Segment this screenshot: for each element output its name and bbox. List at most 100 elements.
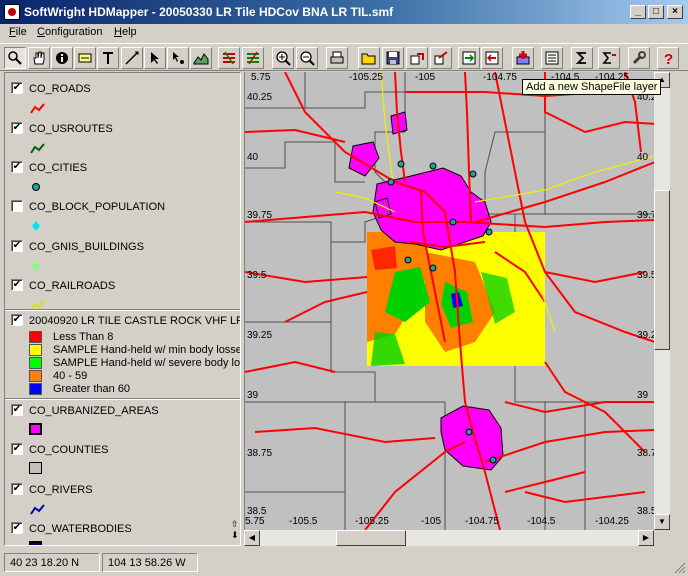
layer-name[interactable]: CO_GNIS_BUILDINGS xyxy=(29,241,144,253)
measure-line-button[interactable] xyxy=(121,47,143,69)
app-icon[interactable] xyxy=(4,4,20,20)
pan-hand-icon xyxy=(33,51,45,65)
export-a-button[interactable] xyxy=(406,47,428,69)
save-icon xyxy=(386,51,400,65)
layer-name[interactable]: CO_USROUTES xyxy=(29,123,113,135)
map-view[interactable]: 5.75 -105.25 -105 -104.75 -104.5 -104.25 5.75 -… xyxy=(244,72,654,530)
lat-label-left: 38.75 xyxy=(247,448,273,459)
save-button[interactable] xyxy=(382,47,404,69)
layers-a-icon xyxy=(223,51,235,65)
menu-help[interactable]: Help xyxy=(114,26,137,38)
coverage-class-label: Greater than 60 xyxy=(53,383,131,395)
help-button[interactable]: ? xyxy=(657,47,679,69)
export-b-button[interactable] xyxy=(430,47,452,69)
layer-name[interactable]: CO_URBANIZED_AREAS xyxy=(29,405,159,417)
zoom-tool-button[interactable] xyxy=(4,47,26,69)
sum-arrow-button[interactable] xyxy=(598,47,620,69)
resize-grip-icon[interactable] xyxy=(674,562,686,574)
lon-label-bottom: -105.5 xyxy=(289,516,318,527)
legend-down-arrow-icon[interactable]: ⬇ xyxy=(231,530,239,541)
lon-label-top: -104.75 xyxy=(483,72,517,83)
legend-up-arrow-icon[interactable]: ⇧ xyxy=(231,519,239,530)
zoom-out-button[interactable] xyxy=(296,47,318,69)
title-bar[interactable]: SoftWright HDMapper - 20050330 LR Tile H… xyxy=(0,0,688,24)
lon-label-bottom: -105.25 xyxy=(355,516,389,527)
layer-name[interactable]: CO_WATERBODIES xyxy=(29,523,132,535)
wrench-button[interactable] xyxy=(628,47,650,69)
layer-checkbox[interactable]: ✔ xyxy=(11,82,23,94)
layer-checkbox[interactable]: ✔ xyxy=(11,279,23,291)
horizontal-scroll-thumb[interactable] xyxy=(336,530,406,546)
tooltip: Add a new ShapeFile layer xyxy=(522,79,662,95)
layer-symbol-b0 xyxy=(29,423,42,435)
zoom-in-icon xyxy=(276,51,291,66)
add-shapefile-layer-button[interactable] xyxy=(512,47,534,69)
layer-symbol-1 xyxy=(30,143,45,154)
menu-bar: File Configuration Help xyxy=(0,24,688,42)
export-a-icon xyxy=(410,53,424,65)
print-button[interactable] xyxy=(326,47,348,69)
layer-name[interactable]: CO_RIVERS xyxy=(29,484,93,496)
lat-label-left: 39.25 xyxy=(247,330,273,341)
vertical-scroll-thumb[interactable] xyxy=(654,190,670,350)
lat-label-right: 40 xyxy=(637,152,649,163)
minimize-button[interactable]: _ xyxy=(630,5,646,19)
layer-checkbox[interactable]: ✔ xyxy=(11,522,23,534)
layer-name[interactable]: CO_RAILROADS xyxy=(29,280,115,292)
legend-list-button[interactable] xyxy=(541,47,563,69)
lat-label-left: 39.5 xyxy=(247,270,267,281)
zoom-in-button[interactable] xyxy=(272,47,294,69)
sum-button[interactable] xyxy=(571,47,593,69)
coverage-class-swatch xyxy=(29,357,42,369)
layer-symbol-b2 xyxy=(30,504,45,515)
open-folder-icon xyxy=(361,53,376,65)
open-folder-button[interactable] xyxy=(358,47,380,69)
pan-hand-button[interactable] xyxy=(28,47,50,69)
layer-name[interactable]: CO_CITIES xyxy=(29,162,87,174)
layer-checkbox[interactable]: ✔ xyxy=(11,122,23,134)
legend-separator xyxy=(5,398,240,400)
import-a-icon xyxy=(462,51,476,65)
lat-label-right: 39.5 xyxy=(637,270,654,281)
layer-checkbox[interactable] xyxy=(11,200,23,212)
profile-button[interactable] xyxy=(190,47,212,69)
layer-legend-panel[interactable]: ✔ CO_ROADS ✔ CO_USROUTES ✔ CO_CITIES CO_BLOCK_… xyxy=(4,72,241,546)
layer-name[interactable]: CO_COUNTIES xyxy=(29,444,108,456)
layers-b-button[interactable] xyxy=(242,47,264,69)
lat-label-right: 38.5 xyxy=(637,506,654,517)
scroll-down-arrow-icon[interactable]: ▼ xyxy=(654,514,670,530)
lon-label-bottom: -104.75 xyxy=(465,516,499,527)
label-button[interactable] xyxy=(74,47,96,69)
menu-file[interactable]: File xyxy=(9,26,27,38)
import-a-button[interactable] xyxy=(458,47,480,69)
layer-checkbox[interactable]: ✔ xyxy=(11,483,23,495)
info-button[interactable] xyxy=(51,47,73,69)
layer-checkbox[interactable]: ✔ xyxy=(11,314,23,326)
status-longitude: 104 13 58.26 W xyxy=(102,553,198,572)
maximize-button[interactable]: □ xyxy=(648,5,664,19)
lon-label-top: 5.75 xyxy=(251,72,271,83)
coverage-class-label: SAMPLE Hand-held w/ min body losses xyxy=(53,344,241,356)
menu-configuration[interactable]: Configuration xyxy=(37,26,102,38)
layer-checkbox[interactable]: ✔ xyxy=(11,161,23,173)
legend-scroll-arrows[interactable]: ⇧ ⬇ xyxy=(231,519,239,541)
select-feature-button[interactable] xyxy=(167,47,189,69)
coverage-layer-name[interactable]: 20040920 LR TILE CASTLE ROCK VHF LR xyxy=(29,315,240,327)
layer-checkbox[interactable]: ✔ xyxy=(11,404,23,416)
scroll-left-arrow-icon[interactable]: ◀ xyxy=(244,530,260,546)
map-vertical-scrollbar[interactable]: ▲ ▼ xyxy=(654,72,670,530)
select-arrow-button[interactable] xyxy=(144,47,166,69)
layers-a-button[interactable] xyxy=(218,47,240,69)
text-tool-button[interactable] xyxy=(97,47,119,69)
map-horizontal-scrollbar[interactable]: ◀ ▶ xyxy=(244,530,654,546)
map-canvas[interactable] xyxy=(245,72,654,530)
layer-name[interactable]: CO_ROADS xyxy=(29,83,91,95)
layer-name[interactable]: CO_BLOCK_POPULATION xyxy=(29,201,165,213)
coverage-class-swatch xyxy=(29,383,42,395)
import-b-button[interactable] xyxy=(481,47,503,69)
layer-checkbox[interactable]: ✔ xyxy=(11,443,23,455)
layer-checkbox[interactable]: ✔ xyxy=(11,240,23,252)
scroll-right-arrow-icon[interactable]: ▶ xyxy=(638,530,654,546)
close-button[interactable]: × xyxy=(667,5,683,19)
print-icon xyxy=(330,51,344,64)
